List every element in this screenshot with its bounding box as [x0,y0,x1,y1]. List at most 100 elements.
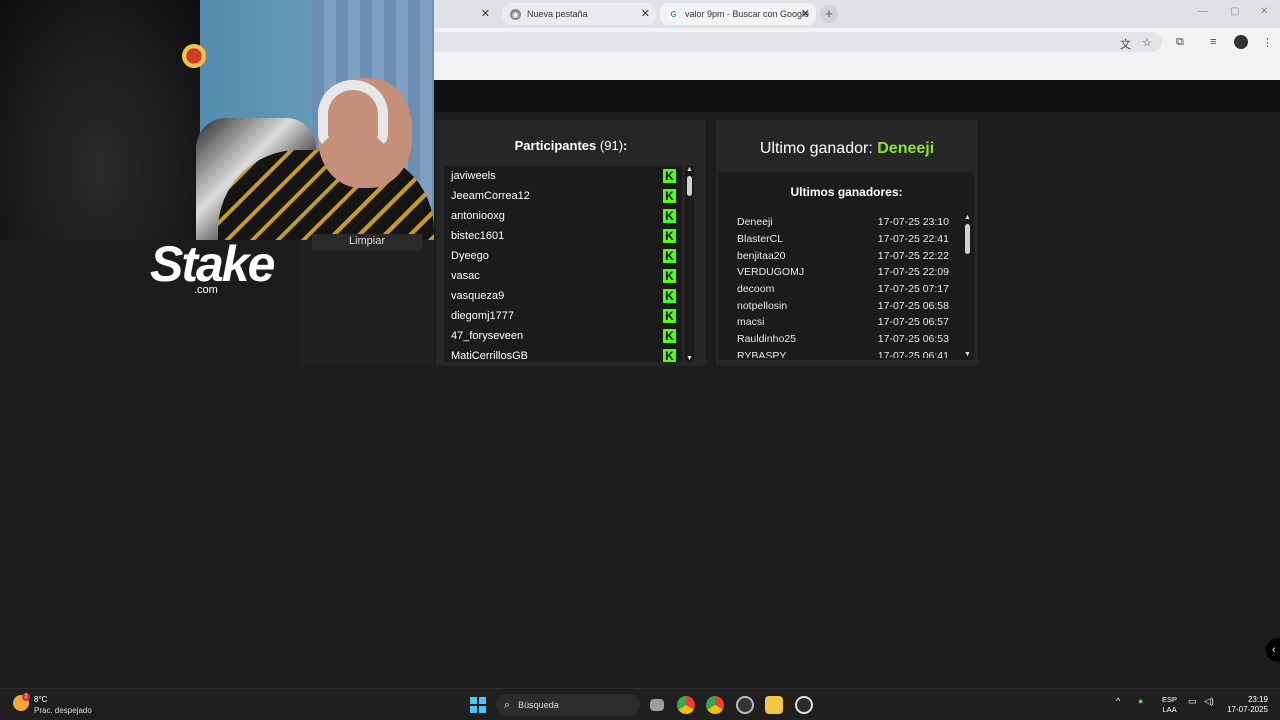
winner-date: 17-07-25 22:41 [877,233,949,246]
last-winner-name: Deneeji [877,140,935,157]
kick-icon: K [663,189,676,203]
winner-date: 17-07-25 06:57 [877,316,949,329]
chevron-up-icon[interactable]: ^ [1116,696,1120,706]
list-item: decoom 17-07-25 07:17 [737,281,949,298]
participant-name: antoniooxg [451,210,505,222]
winner-date: 17-07-25 06:58 [877,299,949,312]
participants-title: Participantes (91): [436,138,706,153]
clock-time: 23:19 [1247,695,1268,704]
kick-icon: K [663,229,676,243]
scroll-down-icon[interactable]: ▼ [685,355,694,362]
page-header-bar [434,80,1280,112]
list-item: MatiCerrillosGB K [444,346,682,362]
close-icon[interactable]: ✕ [641,7,650,20]
translate-icon[interactable]: 文 [1120,36,1131,52]
media-player-icon[interactable] [795,696,813,714]
participant-name: JeeamCorrea12 [451,190,530,202]
kick-icon: K [663,249,676,263]
search-icon: ⌕ [504,698,511,711]
tab-strip: ✕ ◉ Nueva pestaña ✕ G valor 9pm - Buscar… [434,0,1280,28]
obs-icon[interactable] [736,696,754,714]
winner-name: Deneeji [737,216,773,229]
scroll-down-icon[interactable]: ▼ [963,351,972,358]
clear-button[interactable]: Limpiar [312,234,422,250]
close-icon[interactable]: ✕ [801,7,810,20]
search-placeholder: Búsqueda [518,700,559,710]
scroll-up-icon[interactable]: ▲ [685,166,694,173]
participant-name: bistec1601 [451,230,505,242]
side-panel-toggle-icon[interactable]: ‹ [1266,638,1280,662]
temperature[interactable]: 8°C [34,695,47,704]
list-item: Deneeji 17-07-25 23:10 [737,214,949,231]
list-item: VERDUGOMJ 17-07-25 22:09 [737,264,949,281]
streamer-companion [0,0,200,240]
minimize-icon[interactable]: — [1198,6,1208,17]
chrome-icon[interactable] [677,696,695,714]
address-bar[interactable] [434,32,1162,52]
stake-logo: Stake .com [150,236,275,298]
weather-condition[interactable]: Prac. despejado [34,706,92,715]
participant-name: javiweels [451,170,496,182]
kick-icon: K [663,309,676,323]
winners-list-box: Ultimos ganadores: Deneeji 17-07-25 23:10… [719,172,974,360]
maximize-icon[interactable]: ▢ [1230,6,1239,17]
winner-name: macsi [737,316,765,329]
participant-name: diegomj1777 [451,310,514,322]
scroll-up-icon[interactable]: ▲ [963,214,972,221]
winners-list[interactable]: Deneeji 17-07-25 23:10 BlasterCL 17-07-25 … [737,214,949,358]
winners-list-title: Ultimos ganadores: [790,185,903,199]
winner-name: decoom [737,283,775,296]
close-icon[interactable]: ✕ [481,7,490,20]
list-item: Rauldinho25 17-07-25 06:53 [737,331,949,348]
participant-name: Dyeego [451,250,489,262]
headphones [318,80,388,148]
overlay-panel [300,240,434,366]
list-item: javiweels K [444,166,682,186]
winner-name: notpellosin [737,299,788,312]
participant-name: vasqueza9 [451,290,505,302]
close-window-icon[interactable]: ✕ [1260,6,1268,17]
volume-icon[interactable]: ◁) [1204,696,1214,707]
new-tab-button[interactable]: + [820,5,838,23]
taskbar: 2 8°C Prac. despejado ⌕ Búsqueda ^ ● ESP… [0,688,1280,720]
stake-logo-suffix: .com [194,284,218,296]
extensions-icon[interactable]: ⧉ [1176,36,1184,49]
participants-list[interactable]: javiweels K JeeamCorrea12 K antoniooxg K bi… [444,166,682,362]
winner-date: 17-07-25 22:22 [877,249,949,262]
file-explorer-icon[interactable] [765,696,783,714]
language-indicator[interactable]: ESP LAA [1162,695,1177,715]
menu-kebab-icon[interactable]: ⋮ [1262,36,1273,49]
scroll-thumb[interactable] [965,224,970,254]
chrome-profile-icon[interactable] [706,696,724,714]
task-view-icon[interactable] [650,699,664,711]
profile-avatar[interactable] [1234,35,1248,49]
kick-icon: K [663,169,676,183]
winner-name: benjitaa20 [737,249,786,262]
participants-scrollbar[interactable]: ▲ ▼ [685,166,694,362]
participants-count: (91) [599,138,624,153]
tab-active[interactable]: ✕ [472,3,490,25]
bookmark-star-icon[interactable]: ☆ [1142,36,1152,49]
winners-scrollbar[interactable]: ▲ ▼ [963,214,972,358]
webcam-feed [0,0,434,240]
list-item: vasac K [444,266,682,286]
participants-panel: Participantes (91): javiweels K JeeamCorr… [436,120,706,366]
list-item: diegomj1777 K [444,306,682,326]
winner-date: 17-07-25 07:17 [877,283,949,296]
winner-name: VERDUGOMJ [737,266,805,279]
kick-icon: K [663,329,676,343]
tab-google-search[interactable]: G valor 9pm - Buscar con Google ✕ [660,3,816,25]
scroll-thumb[interactable] [687,176,692,196]
club-badge-icon [182,44,206,68]
tab-label: valor 9pm - Buscar con Google [685,9,810,19]
network-icon[interactable]: ▭ [1188,696,1197,707]
microphone-icon[interactable]: ● [1138,696,1143,706]
winner-date: 17-07-25 06:53 [877,333,949,346]
browser-window: ✕ ◉ Nueva pestaña ✕ G valor 9pm - Buscar… [434,0,1280,80]
media-control-icon[interactable]: ≡ [1210,36,1216,48]
google-icon: G [668,8,679,20]
taskbar-search[interactable]: ⌕ Búsqueda [496,694,640,716]
clock[interactable]: 23:19 17-07-2025 [1226,695,1268,715]
windows-start-icon[interactable] [470,697,486,713]
tab-new-tab[interactable]: ◉ Nueva pestaña ✕ [502,3,656,25]
